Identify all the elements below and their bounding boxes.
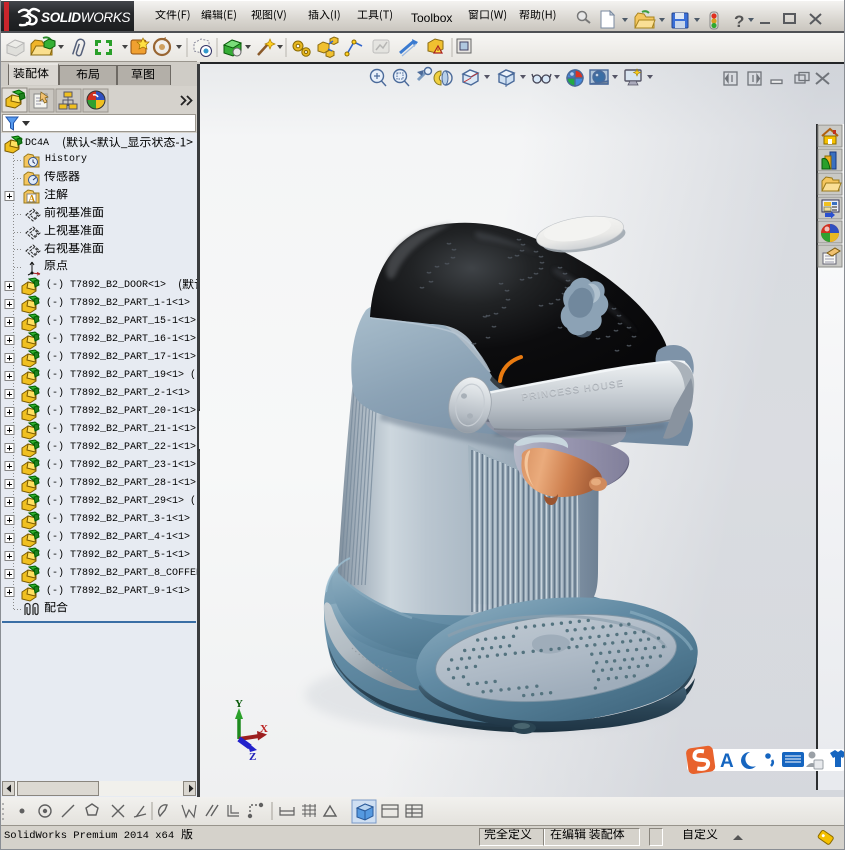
- svg-text:A: A: [29, 194, 36, 204]
- svg-text:X: X: [260, 723, 268, 735]
- svg-text:Z: Z: [249, 751, 256, 763]
- svg-text:A: A: [720, 751, 734, 772]
- svg-text:?: ?: [734, 12, 744, 31]
- svg-text:Y: Y: [235, 698, 243, 710]
